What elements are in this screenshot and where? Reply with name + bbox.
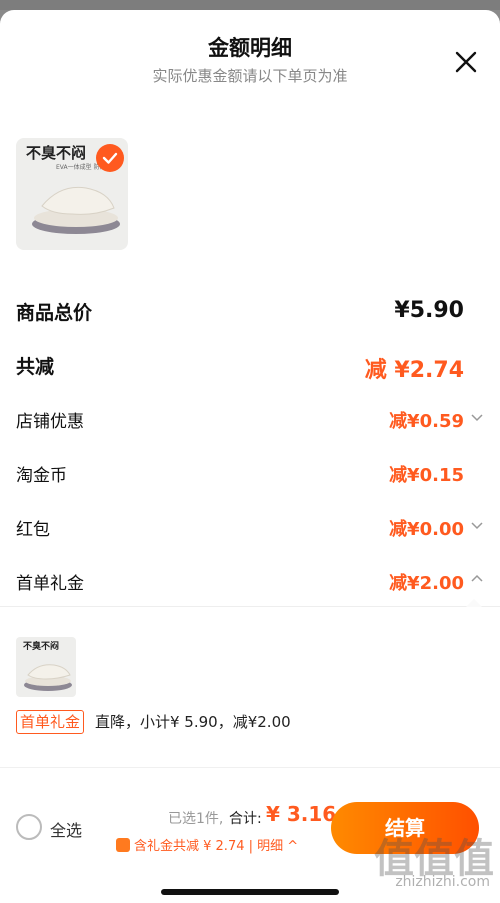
sum-label: 合计:	[229, 811, 262, 827]
discount-value: 减¥0.00	[389, 519, 464, 540]
top-strip	[0, 0, 500, 10]
discount-row-redpacket[interactable]: 红包 减¥0.00	[16, 515, 484, 545]
chevron-down-icon[interactable]	[470, 409, 484, 423]
chevron-up-icon[interactable]	[470, 571, 484, 585]
gift-icon	[116, 838, 130, 852]
first-order-gift-desc: 直降，小计¥ 5.90，减¥2.00	[95, 713, 291, 731]
first-order-detail-panel: 不臭不闷 首单礼金 直降，小计¥ 5.90，减¥2.00	[0, 599, 500, 764]
close-icon[interactable]	[452, 48, 480, 76]
checkout-bar: 全选 已选1件, 合计: ¥ 3.16 含礼金共减 ¥ 2.74 | 明细 ^ …	[0, 767, 500, 903]
gift-line-text: 含礼金共减 ¥ 2.74 | 明细 ^	[134, 839, 299, 854]
discount-value: 减¥0.59	[389, 411, 464, 432]
discount-row-coins: 淘金币 减¥0.15	[16, 461, 484, 491]
panel-pointer	[466, 599, 482, 607]
total-price-value: ¥5.90	[394, 298, 464, 323]
watermark-text: zhizhizhi.com	[395, 874, 490, 890]
selected-count: 已选1件,	[168, 811, 224, 827]
chevron-down-icon[interactable]	[470, 517, 484, 531]
select-all-radio[interactable]	[16, 814, 42, 840]
selected-check-icon[interactable]	[96, 144, 124, 172]
home-indicator[interactable]	[161, 889, 339, 895]
gift-detail-link[interactable]: 含礼金共减 ¥ 2.74 | 明细 ^	[116, 835, 298, 854]
total-reduce-value: 减 ¥2.74	[364, 358, 464, 383]
page-subtitle: 实际优惠金额请以下单页为准	[152, 67, 348, 85]
discount-label: 店铺优惠	[16, 412, 84, 432]
product-thumbnail[interactable]: 不臭不闷 EVA一体成型 防滑防臭	[16, 138, 128, 250]
discount-label: 淘金币	[16, 466, 67, 486]
product-thumbnail-small: 不臭不闷	[16, 637, 76, 697]
page-title: 金额明细	[208, 36, 292, 60]
total-price-row: 商品总价 ¥5.90	[16, 298, 484, 328]
sum-value: ¥ 3.16	[266, 802, 337, 826]
total-price-label: 商品总价	[16, 302, 93, 324]
amount-detail-sheet: 金额明细 实际优惠金额请以下单页为准 不臭不闷 EVA一体成型 防滑防臭 商品总…	[0, 10, 500, 903]
first-order-gift-tag: 首单礼金	[16, 710, 85, 734]
discount-label: 首单礼金	[16, 574, 84, 594]
discount-label: 红包	[16, 520, 50, 540]
total-reduce-row: 共减 减 ¥2.74	[16, 352, 484, 383]
discount-row-store[interactable]: 店铺优惠 减¥0.59	[16, 407, 484, 437]
discount-value: 减¥2.00	[389, 573, 464, 594]
discount-value: 减¥0.15	[389, 465, 464, 486]
select-all-label[interactable]: 全选	[50, 817, 82, 841]
discount-row-firstorder[interactable]: 首单礼金 减¥2.00	[16, 569, 484, 599]
slipper-image	[24, 664, 72, 691]
total-reduce-label: 共减	[16, 356, 55, 378]
